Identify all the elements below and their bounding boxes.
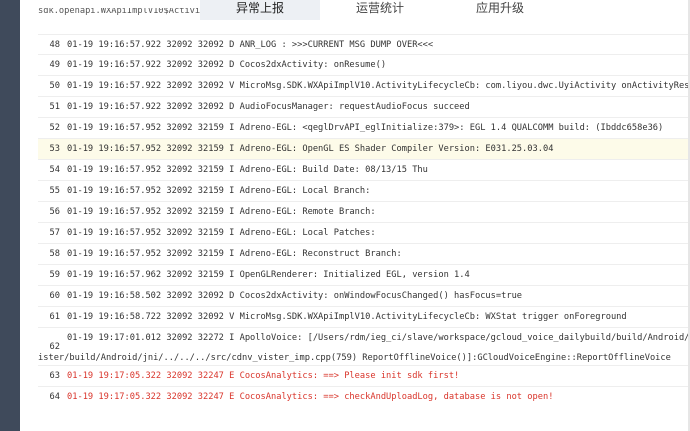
log-line-text: 01-19 19:16:57.922 32092 32092 D ANR_LOG…: [67, 40, 434, 50]
log-row: 56 01-19 19:16:57.952 32092 32159 I Adre…: [38, 201, 690, 223]
log-line-number: 50: [49, 81, 60, 91]
tab-exception-report[interactable]: 异常上报: [200, 0, 320, 20]
log-line-text: 01-19 19:17:01.012 32092 32272 I ApolloV…: [67, 333, 690, 343]
log-line-text-wrapped: ister/build/Android/jni/../../../src/cdn…: [38, 353, 671, 363]
log-row: 52 01-19 19:16:57.952 32092 32159 I Adre…: [38, 117, 690, 139]
log-row: 59 01-19 19:16:57.962 32092 32159 I Open…: [38, 264, 690, 286]
log-row: 49 01-19 19:16:57.922 32092 32092 D Coco…: [38, 54, 690, 76]
log-line-text: 01-19 19:16:57.922 32092 32092 D AudioFo…: [67, 102, 470, 112]
log-line-text: 01-19 19:16:57.952 32092 32159 I Adreno-…: [67, 228, 376, 238]
log-row: 55 01-19 19:16:57.952 32092 32159 I Adre…: [38, 180, 690, 202]
log-line-text: 01-19 19:17:05.322 32092 32247 E CocosAn…: [67, 392, 554, 402]
log-line-number: 53: [49, 144, 60, 154]
log-line-text: 01-19 19:16:57.952 32092 32159 I Adreno-…: [67, 165, 428, 175]
log-line-number: 56: [49, 207, 60, 217]
log-line-number: 55: [49, 186, 60, 196]
log-line-number: 59: [49, 270, 60, 280]
main-panel: sdk.openapi.WXApiImplV10$ActivityLifecyc…: [20, 0, 690, 431]
log-line-text: 01-19 19:16:57.952 32092 32159 I Adreno-…: [67, 207, 376, 217]
log-line-number: 61: [49, 312, 60, 322]
log-line-number: 49: [49, 60, 60, 70]
log-row: 48 01-19 19:16:57.922 32092 32092 D ANR_…: [38, 34, 690, 55]
log-line-number: 63: [49, 371, 60, 381]
log-line-number: 54: [49, 165, 60, 175]
log-line-text: 01-19 19:16:57.962 32092 32159 I OpenGLR…: [67, 270, 470, 280]
log-line-text: 01-19 19:16:57.952 32092 32159 I Adreno-…: [67, 186, 371, 196]
log-row: 57 01-19 19:16:57.952 32092 32159 I Adre…: [38, 222, 690, 244]
log-line-number: 64: [49, 392, 60, 402]
log-row-highlighted: 53 01-19 19:16:57.952 32092 32159 I Adre…: [38, 138, 690, 160]
log-row: 62 01-19 19:17:01.012 32092 32272 I Apol…: [38, 327, 690, 366]
log-line-number: 62: [49, 342, 60, 352]
log-line-number: 52: [49, 123, 60, 133]
log-line-text: 01-19 19:16:57.952 32092 32159 I Adreno-…: [67, 249, 402, 259]
log-row: 60 01-19 19:16:58.502 32092 32092 D Coco…: [38, 285, 690, 307]
log-line-text: 01-19 19:16:58.502 32092 32092 D Cocos2d…: [67, 291, 523, 301]
tab-bar: 异常上报 运营统计 应用升级: [20, 0, 690, 20]
log-line-text: 01-19 19:16:57.952 32092 32159 I Adreno-…: [67, 144, 554, 154]
log-line-text: 01-19 19:16:58.722 32092 32092 V MicroMs…: [67, 312, 627, 322]
log-row: 58 01-19 19:16:57.952 32092 32159 I Adre…: [38, 243, 690, 265]
log-row: 61 01-19 19:16:58.722 32092 32092 V Micr…: [38, 306, 690, 328]
log-line-number: 51: [49, 102, 60, 112]
log-line-number: 57: [49, 228, 60, 238]
log-line-number: 60: [49, 291, 60, 301]
tab-operation-stats[interactable]: 运营统计: [320, 0, 440, 20]
log-line-text: 01-19 19:17:05.322 32092 32247 E CocosAn…: [67, 371, 460, 381]
tab-app-upgrade[interactable]: 应用升级: [440, 0, 560, 20]
log-line-number: 48: [49, 40, 60, 50]
log-line-text: 01-19 19:16:57.922 32092 32092 D Cocos2d…: [67, 60, 387, 70]
log-line-number: 58: [49, 249, 60, 259]
left-sidebar-panel: [0, 0, 20, 431]
log-line-text: 01-19 19:16:57.922 32092 32092 V MicroMs…: [67, 81, 690, 91]
log-row-error: 63 01-19 19:17:05.322 32092 32247 E Coco…: [38, 365, 690, 387]
log-line-text: 01-19 19:16:57.952 32092 32159 I Adreno-…: [67, 123, 664, 133]
log-row-error: 64 01-19 19:17:05.322 32092 32247 E Coco…: [38, 386, 690, 408]
log-row: 50 01-19 19:16:57.922 32092 32092 V Micr…: [38, 75, 690, 97]
log-row: 54 01-19 19:16:57.952 32092 32159 I Adre…: [38, 159, 690, 181]
log-viewer: sdk.openapi.WXApiImplV10$ActivityLifecyc…: [38, 8, 690, 431]
log-row: 51 01-19 19:16:57.922 32092 32092 D Audi…: [38, 96, 690, 118]
